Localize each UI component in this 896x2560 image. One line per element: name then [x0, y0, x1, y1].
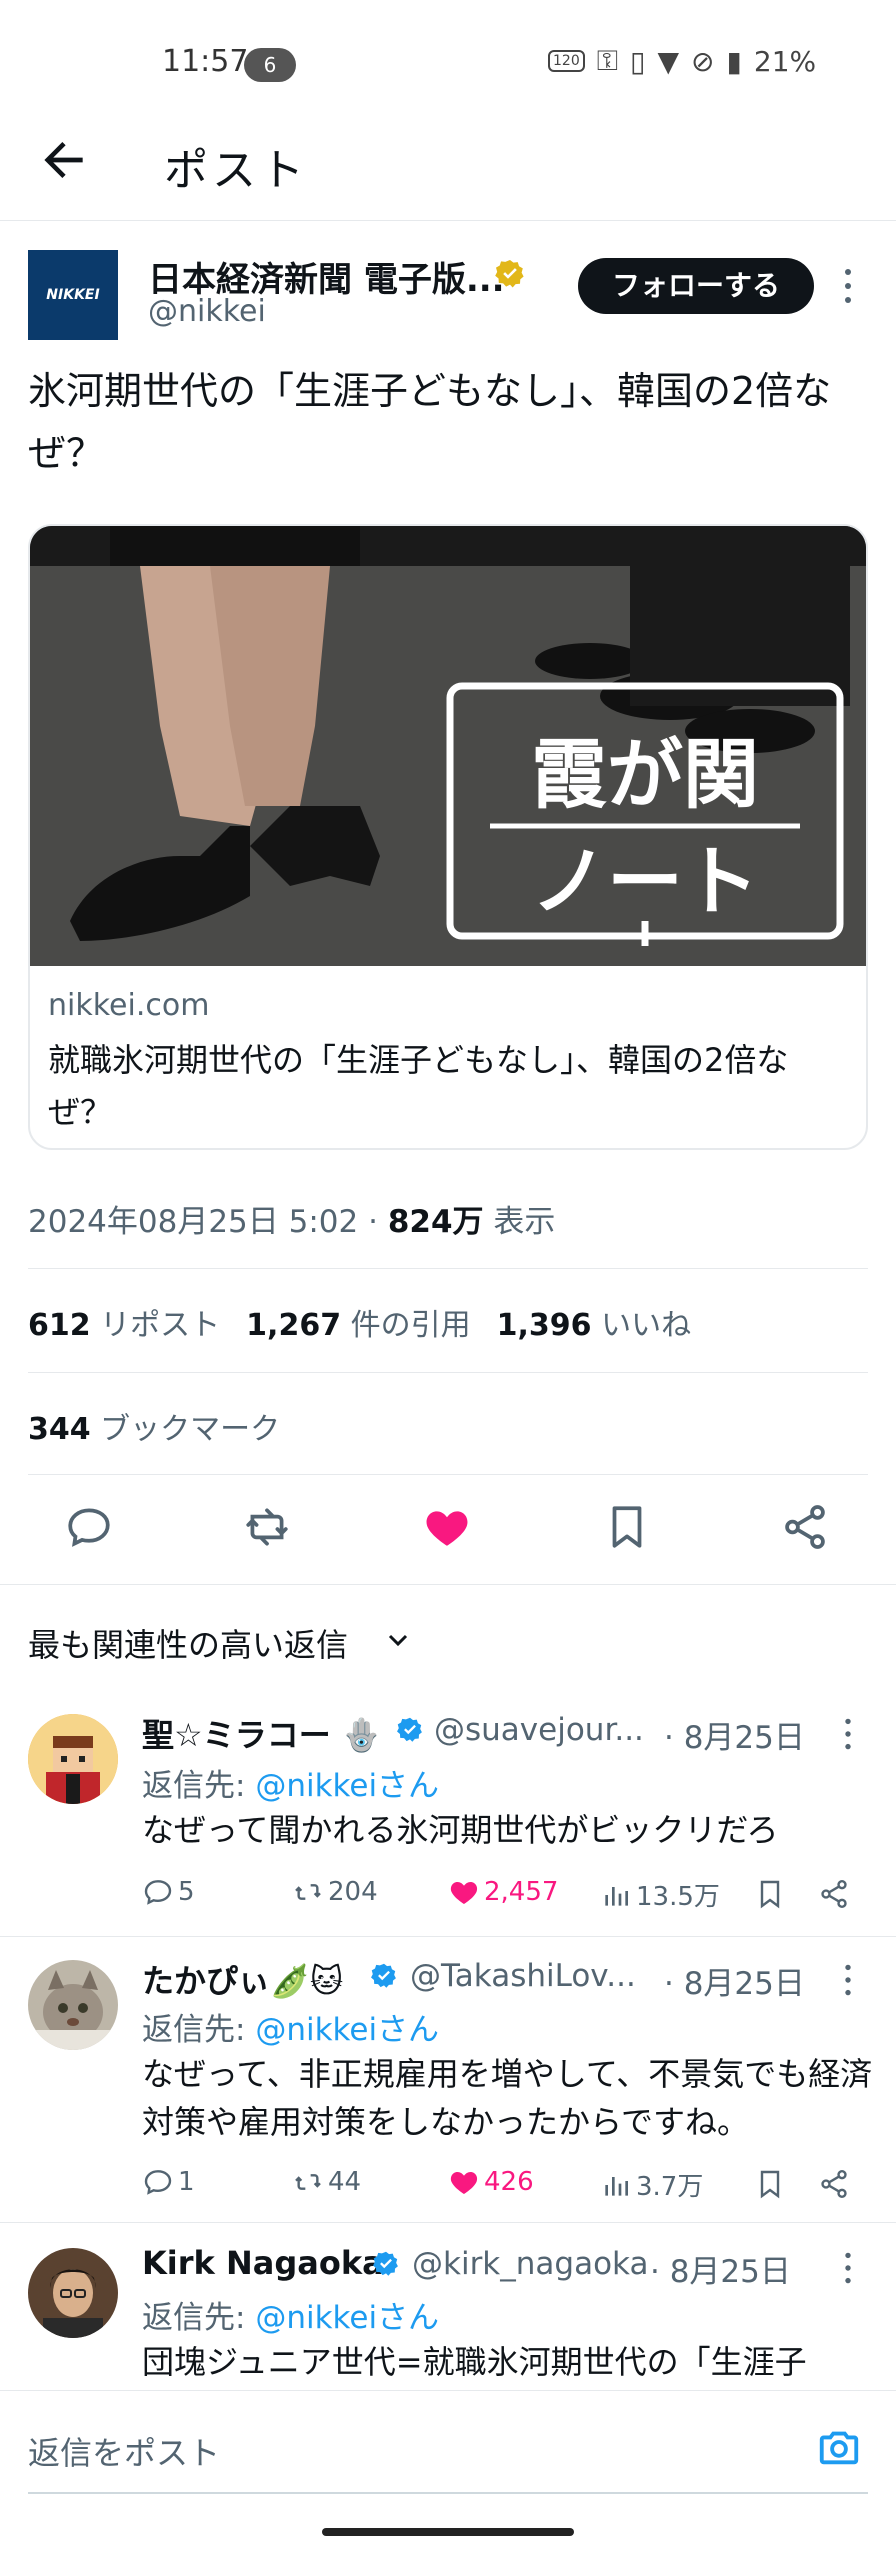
reply-to-mention[interactable]: @nikkeiさん: [255, 2012, 439, 2048]
card-title: 就職氷河期世代の「生涯子どもなし」、韓国の2倍なぜ？: [48, 1041, 789, 1131]
card-image-text-1: 霞が関: [531, 730, 759, 819]
divider: [28, 1372, 868, 1373]
divider: [28, 1268, 868, 1269]
post-meta: 2024年08月25日 5:02 · 824万 表示: [28, 1204, 556, 1240]
key-icon: ⚿: [596, 44, 619, 77]
reply-avatar[interactable]: [28, 1714, 118, 1804]
emoji: 🫛🐱: [270, 1962, 344, 2000]
reply-reposts[interactable]: 44: [292, 2166, 361, 2198]
post-text: 氷河期世代の「生涯子どもなし」、韓国の2倍なぜ？: [28, 369, 832, 475]
post-timestamp[interactable]: 2024年08月25日 5:02: [28, 1204, 358, 1240]
notification-count-badge: 6: [244, 48, 296, 82]
reply-date: · 8月25日: [650, 2254, 791, 2290]
reply-author-name[interactable]: たかぴぃ🫛🐱: [142, 1956, 343, 2002]
reply-author-handle[interactable]: @kirk_nagaoka: [412, 2246, 648, 2282]
more-options-icon[interactable]: [842, 2250, 854, 2286]
follow-button[interactable]: フォローする: [578, 258, 814, 314]
reply-text: なぜって、非正規雇用を増やして、不景気でも経済対策や雇用対策をしなかったからです…: [142, 2055, 873, 2141]
reply-composer-input[interactable]: 返信をポスト: [28, 2428, 220, 2474]
composer-underline: [28, 2492, 868, 2494]
reply-comments[interactable]: 1: [142, 2166, 195, 2198]
reply-to-mention[interactable]: @nikkeiさん: [255, 1768, 439, 1804]
wifi-icon: ▼: [657, 44, 680, 78]
back-arrow-icon[interactable]: [34, 132, 94, 188]
engagement-stats: 612 リポスト 1,267 件の引用 1,396 いいね: [28, 1300, 691, 1344]
share-icon[interactable]: [780, 1502, 830, 1552]
reply-author-handle[interactable]: @suavejour...: [434, 1712, 644, 1748]
divider: [0, 2222, 896, 2223]
card-image: 霞が関 ノート: [30, 526, 866, 966]
divider: [0, 2390, 896, 2391]
verified-badge-icon: [396, 1716, 424, 1744]
author-handle[interactable]: @nikkei: [148, 294, 266, 329]
verified-badge-icon: [370, 1962, 398, 1990]
status-time: 11:57: [162, 44, 249, 79]
card-domain: nikkei.com: [48, 988, 210, 1023]
reply-text: なぜって聞かれる氷河期世代がビックリだろ: [142, 1811, 779, 1849]
repost-icon[interactable]: [242, 1502, 292, 1552]
camera-icon[interactable]: [816, 2424, 862, 2470]
reply-text: 団塊ジュニア世代=就職氷河期世代の「生涯子: [142, 2343, 807, 2381]
hamsa-emoji: 🪬: [330, 1716, 382, 1754]
reply-to-line: 返信先: @nikkeiさん: [142, 2012, 440, 2048]
verified-badge-icon: [372, 2250, 400, 2278]
reply-author-name[interactable]: Kirk Nagaoka: [142, 2244, 384, 2282]
divider: [28, 1474, 868, 1475]
reply-to-line: 返信先: @nikkeiさん: [142, 2300, 440, 2336]
reply-to-mention[interactable]: @nikkeiさん: [255, 2300, 439, 2336]
more-options-icon[interactable]: [842, 1962, 854, 1998]
reply-avatar[interactable]: [28, 2248, 118, 2338]
replies-sort-label[interactable]: 最も関連性の高い返信: [28, 1620, 348, 1666]
chevron-down-icon[interactable]: [386, 1628, 410, 1652]
reply-to-line: 返信先: @nikkeiさん: [142, 1768, 440, 1804]
reply-avatar[interactable]: [28, 1960, 118, 2050]
refresh-rate-icon: 120: [548, 50, 585, 72]
bookmark-icon[interactable]: [754, 1878, 786, 1910]
reply-date: · 8月25日: [664, 1966, 805, 2002]
no-sim-icon: ⊘: [691, 44, 715, 78]
like-icon[interactable]: [422, 1502, 472, 1552]
battery-icon: ▮: [726, 44, 742, 78]
more-options-icon[interactable]: [842, 266, 854, 306]
link-card[interactable]: 霞が関 ノート nikkei.com 就職氷河期世代の「生涯子どもなし」、韓国の…: [28, 524, 868, 1150]
reposts-stat[interactable]: 612 リポスト: [28, 1300, 220, 1344]
gesture-nav-handle[interactable]: [322, 2528, 574, 2536]
bookmark-icon[interactable]: [754, 2168, 786, 2200]
more-options-icon[interactable]: [842, 1716, 854, 1752]
bookmarks-stat: 344 ブックマーク: [28, 1412, 281, 1447]
likes-stat[interactable]: 1,396 いいね: [497, 1300, 691, 1344]
reply-comments[interactable]: 5: [142, 1876, 195, 1908]
views-count: 824万: [387, 1204, 484, 1240]
reply-icon[interactable]: [64, 1502, 114, 1552]
reply-reposts[interactable]: 204: [292, 1876, 378, 1908]
reply-views[interactable]: 3.7万: [600, 2166, 703, 2203]
share-icon[interactable]: [818, 1878, 850, 1910]
header-divider: [0, 220, 896, 221]
author-avatar[interactable]: NIKKEI: [28, 250, 118, 340]
reply-date: · 8月25日: [664, 1720, 805, 1756]
views-label: 表示: [493, 1204, 556, 1240]
reply-likes[interactable]: 426: [448, 2166, 534, 2198]
reply-likes[interactable]: 2,457: [448, 1876, 558, 1908]
divider: [0, 1936, 896, 1937]
vibrate-icon: ▯: [630, 44, 646, 78]
reply-author-handle[interactable]: @TakashiLov...: [410, 1958, 636, 1994]
page-title: ポスト: [164, 145, 308, 196]
reply-author-name[interactable]: 聖☆ミラコー 🪬: [142, 1710, 382, 1756]
quotes-stat[interactable]: 1,267 件の引用: [246, 1300, 470, 1344]
reply-views[interactable]: 13.5万: [600, 1876, 720, 1913]
divider: [0, 1584, 896, 1585]
share-icon[interactable]: [818, 2168, 850, 2200]
verified-badge-icon: [494, 258, 526, 290]
status-icons: 120 ⚿ ▯ ▼ ⊘ ▮ 21%: [548, 44, 816, 78]
card-image-text-2: ノート: [531, 837, 759, 926]
battery-level: 21%: [753, 44, 817, 78]
bookmark-icon[interactable]: [602, 1502, 652, 1552]
